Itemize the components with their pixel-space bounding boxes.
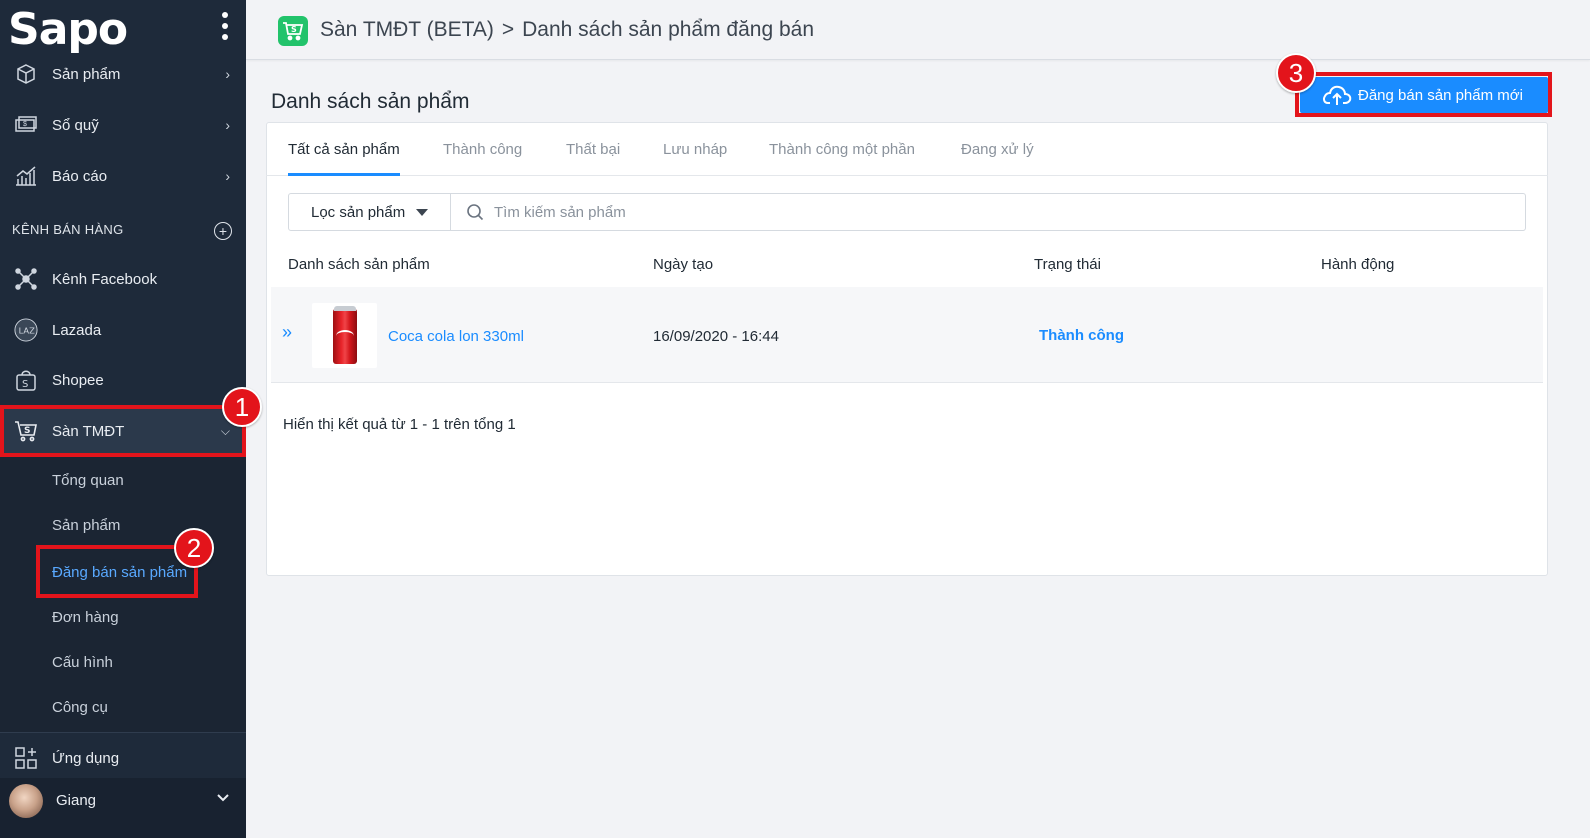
sidebar-item-cashbook[interactable]: $ Sổ quỹ › <box>0 105 246 145</box>
column-header-actions: Hành động <box>1321 256 1395 273</box>
svg-text:S: S <box>291 25 297 34</box>
avatar[interactable] <box>9 784 43 818</box>
sidebar-item-label: Sổ quỹ <box>52 116 99 134</box>
tab-all[interactable]: Tất cả sản phẩm <box>288 141 400 158</box>
logo-row: Sapo <box>0 0 246 60</box>
expand-row-icon[interactable]: » <box>282 322 292 343</box>
filter-dropdown-label: Lọc sản phẩm <box>311 203 406 221</box>
network-icon <box>14 267 38 291</box>
sidebar-item-label: Kênh Facebook <box>52 270 158 288</box>
chevron-down-icon[interactable] <box>216 790 230 806</box>
caret-down-icon[interactable] <box>416 209 428 216</box>
sidebar-item-shopee[interactable]: S Shopee <box>0 360 246 400</box>
submenu-orders[interactable]: Đơn hàng <box>52 609 119 626</box>
breadcrumb-root[interactable]: Sàn TMĐT (BETA) <box>320 18 494 41</box>
sidebar-item-label: Shopee <box>52 371 104 389</box>
svg-text:S: S <box>22 379 28 390</box>
sidebar-item-apps[interactable]: Ứng dụng <box>0 738 246 778</box>
product-can-image <box>333 306 357 364</box>
sidebar-item-products[interactable]: Sản phẩm › <box>0 54 246 94</box>
sales-channel-section-title: KÊNH BÁN HÀNG <box>12 222 124 237</box>
chevron-right-icon: › <box>225 168 230 184</box>
user-name[interactable]: Giang <box>56 792 96 809</box>
sidebar-item-reports[interactable]: Báo cáo › <box>0 156 246 196</box>
new-listing-button[interactable]: Đăng bán sản phẩm mới <box>1300 77 1548 113</box>
pagination-summary: Hiển thị kết quả từ 1 - 1 trên tổng 1 <box>283 416 516 433</box>
box-icon <box>14 62 38 86</box>
sidebar-item-lazada[interactable]: LAZ Lazada <box>0 310 246 350</box>
chart-icon <box>14 164 38 188</box>
submenu-overview[interactable]: Tổng quan <box>52 472 124 489</box>
add-channel-icon[interactable]: + <box>214 222 232 240</box>
column-header-created: Ngày tạo <box>653 256 714 273</box>
tabs-divider <box>266 175 1548 176</box>
tab-success[interactable]: Thành công <box>443 141 522 158</box>
chevron-right-icon: › <box>225 66 230 82</box>
annotation-badge-3: 3 <box>1276 53 1316 93</box>
cloud-upload-icon <box>1323 85 1352 105</box>
chevron-right-icon: › <box>225 117 230 133</box>
cash-icon: $ <box>14 113 38 137</box>
active-tab-indicator <box>288 173 400 176</box>
lazada-icon: LAZ <box>14 318 38 342</box>
apps-grid-icon <box>14 746 38 770</box>
annotation-badge-2: 2 <box>174 528 214 568</box>
kebab-menu-icon[interactable] <box>222 12 230 40</box>
tab-processing[interactable]: Đang xử lý <box>961 141 1034 158</box>
new-listing-button-label: Đăng bán sản phẩm mới <box>1358 86 1523 104</box>
sidebar-item-label: Sản phẩm <box>52 65 121 83</box>
page-title: Danh sách sản phẩm <box>271 90 470 113</box>
search-input[interactable] <box>494 198 1514 226</box>
shopee-bag-icon: S <box>14 368 38 392</box>
breadcrumb: Sàn TMĐT (BETA) > Danh sách sản phẩm đăng … <box>320 18 814 42</box>
tab-draft[interactable]: Lưu nháp <box>663 141 727 158</box>
column-header-status: Trạng thái <box>1034 256 1101 273</box>
sidebar-divider <box>0 732 246 733</box>
sapo-logo[interactable]: Sapo <box>8 8 128 52</box>
submenu-tools[interactable]: Công cụ <box>52 699 108 716</box>
status-badge: Thành công <box>1039 327 1124 344</box>
column-header-product: Danh sách sản phẩm <box>288 256 430 273</box>
product-created-date: 16/09/2020 - 16:44 <box>653 328 779 345</box>
annotation-box-1 <box>0 405 246 457</box>
marketplace-cart-icon: S <box>278 16 308 46</box>
svg-text:$: $ <box>23 121 27 128</box>
tab-partial-success[interactable]: Thành công một phần <box>769 141 915 158</box>
breadcrumb-current: Danh sách sản phẩm đăng bán <box>522 18 815 41</box>
breadcrumb-separator: > <box>501 18 515 41</box>
sidebar-item-label: Lazada <box>52 321 102 339</box>
sidebar-item-facebook[interactable]: Kênh Facebook <box>0 259 246 299</box>
annotation-badge-1: 1 <box>222 387 262 427</box>
tab-failed[interactable]: Thất bại <box>566 141 620 158</box>
sidebar-item-label: Ứng dụng <box>52 749 120 767</box>
sidebar-item-label: Báo cáo <box>52 167 108 185</box>
search-icon <box>467 204 484 221</box>
product-name-link[interactable]: Coca cola lon 330ml <box>388 328 524 345</box>
svg-text:LAZ: LAZ <box>19 326 35 336</box>
submenu-settings[interactable]: Cấu hình <box>52 654 113 671</box>
submenu-products[interactable]: Sản phẩm <box>52 517 120 534</box>
